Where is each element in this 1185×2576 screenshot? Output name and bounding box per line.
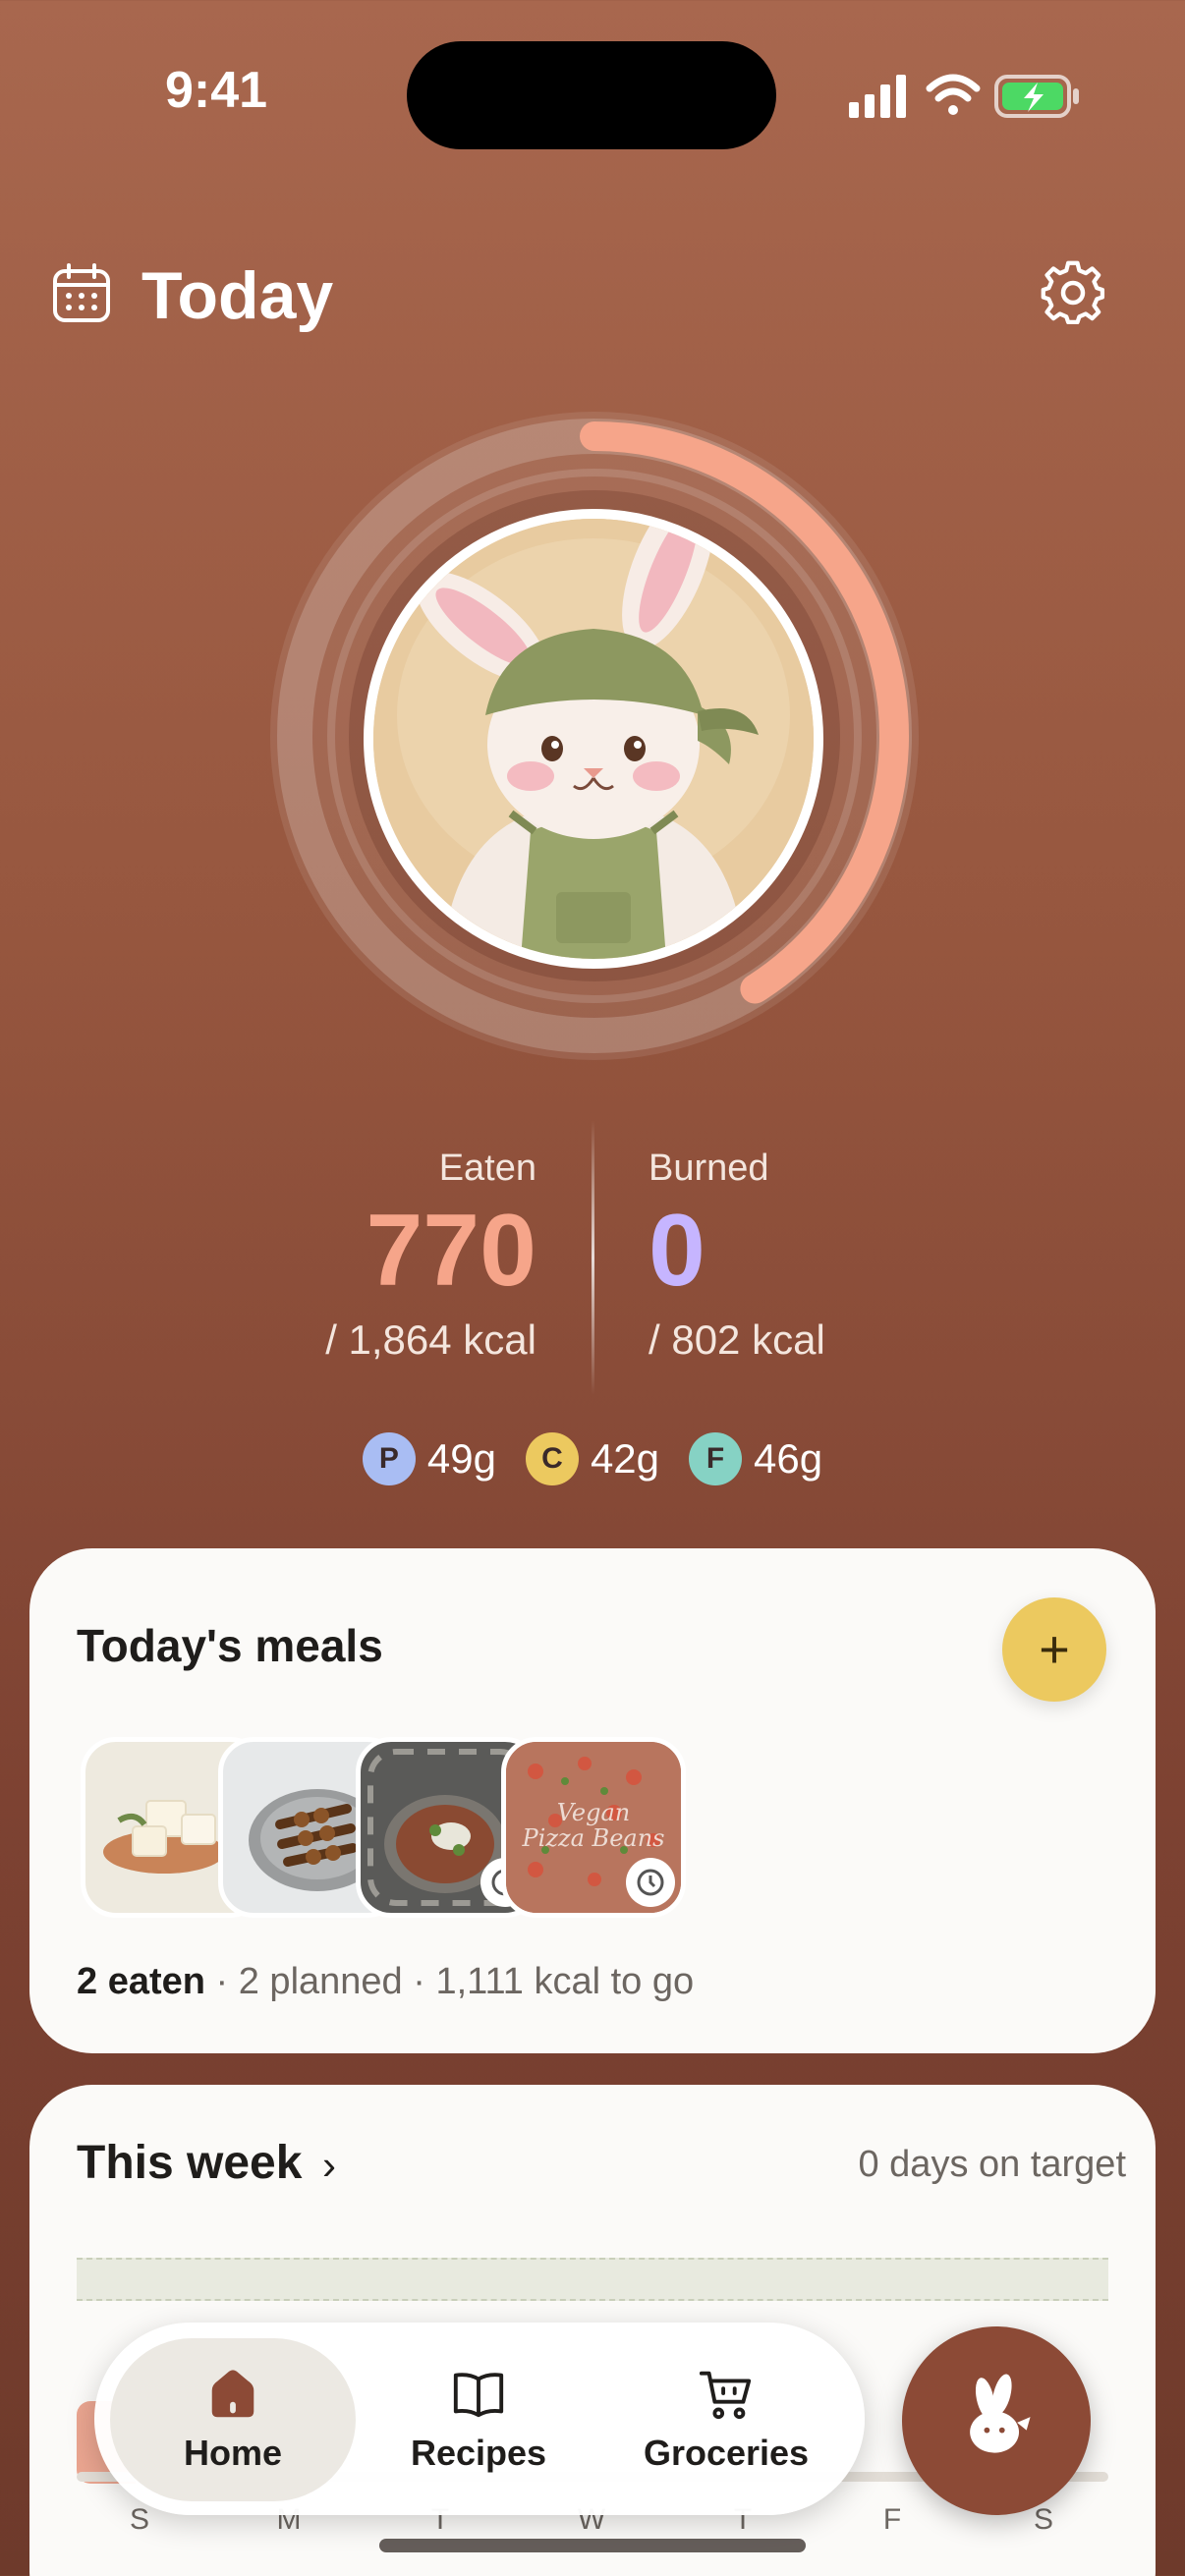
week-title[interactable]: This week: [77, 2136, 302, 2190]
macro-value: 46g: [754, 1435, 823, 1482]
bunny-assistant-button[interactable]: [902, 2326, 1091, 2515]
page-title: Today: [141, 258, 334, 333]
macro-value: 49g: [426, 1435, 496, 1482]
svg-text:Pizza Beans: Pizza Beans: [522, 1824, 665, 1852]
mascot-avatar: [364, 509, 823, 969]
macro-badge: F: [689, 1432, 743, 1485]
macros-row: P 49g C 42g F 46g: [0, 1432, 1185, 1485]
eaten-value: 770: [366, 1194, 536, 1308]
macro-badge: C: [525, 1432, 579, 1485]
status-icons: [849, 74, 1079, 118]
home-indicator: [379, 2539, 806, 2552]
home-icon: [211, 2370, 254, 2418]
macro-carbs: C 42g: [525, 1432, 660, 1485]
tab-home-label: Home: [183, 2433, 283, 2473]
calendar-icon[interactable]: [51, 263, 112, 324]
meals-summary: 2 eaten · 2 planned · 1,111 kcal to go: [77, 1961, 694, 2003]
tab-groceries[interactable]: Groceries: [603, 2338, 849, 2501]
meals-summary-rest: · 2 planned · 1,111 kcal to go: [204, 1961, 695, 2002]
bunny-illustration: [373, 519, 814, 959]
tab-recipes-label: Recipes: [410, 2433, 547, 2473]
day-label: F: [882, 2503, 902, 2536]
macro-value: 42g: [590, 1435, 660, 1482]
stats-divider: [592, 1120, 594, 1395]
eaten-label: Eaten: [438, 1148, 536, 1189]
meals-eaten-count: 2 eaten: [77, 1961, 205, 2002]
eaten-goal: / 1,864 kcal: [325, 1316, 536, 1363]
target-band: [77, 2258, 1108, 2301]
add-meal-button[interactable]: +: [1002, 1597, 1106, 1702]
macro-badge: P: [362, 1432, 416, 1485]
burned-goal: / 802 kcal: [649, 1316, 825, 1363]
macro-fat: F 46g: [689, 1432, 822, 1485]
wifi-icon: [926, 74, 981, 115]
cart-icon: [699, 2371, 752, 2420]
burned-value: 0: [649, 1194, 705, 1308]
burned-label: Burned: [649, 1148, 769, 1189]
meals-title: Today's meals: [77, 1620, 383, 1671]
battery-icon: [994, 75, 1079, 118]
day-label: S: [129, 2503, 149, 2536]
dynamic-island: [407, 41, 776, 149]
clock-icon: [626, 1858, 675, 1907]
gear-icon[interactable]: [1040, 259, 1106, 326]
tab-recipes[interactable]: Recipes: [356, 2338, 601, 2501]
chevron-right-icon[interactable]: ›: [322, 2142, 336, 2189]
macro-protein: P 49g: [362, 1432, 496, 1485]
meal-thumb-pizza[interactable]: Vegan Pizza Beans: [501, 1737, 686, 1918]
signal-icon: [849, 75, 906, 118]
plus-icon: +: [1039, 1620, 1070, 1679]
bunny-icon: [970, 2374, 1031, 2453]
tab-groceries-label: Groceries: [643, 2433, 810, 2473]
tab-home[interactable]: Home: [110, 2338, 356, 2501]
week-target-text: 0 days on target: [858, 2144, 1126, 2185]
book-icon: [453, 2373, 504, 2418]
svg-text:Vegan: Vegan: [557, 1799, 630, 1826]
status-time: 9:41: [165, 62, 268, 119]
